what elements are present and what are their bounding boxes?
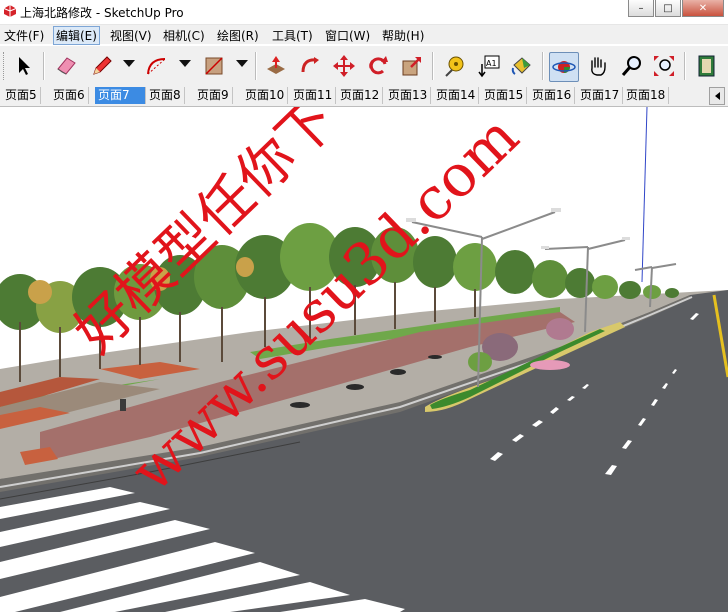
scene-tab[interactable]: 页面6 <box>50 87 89 104</box>
zoom-tool-button[interactable] <box>618 52 646 80</box>
scene-tab[interactable]: 页面11 <box>290 87 337 104</box>
paint-bucket-icon <box>511 57 531 75</box>
window-controls: – □ ✕ <box>627 0 724 17</box>
minimize-button[interactable]: – <box>628 0 654 17</box>
sketchup-app-icon[interactable] <box>3 4 17 18</box>
menu-file[interactable]: 文件(F) <box>4 27 44 44</box>
scene-tab[interactable]: 页面12 <box>337 87 384 104</box>
scene-tab-active[interactable]: 页面7 <box>95 87 146 104</box>
components-tool-button[interactable] <box>693 52 721 80</box>
zoom-magnifier-icon <box>621 56 641 76</box>
menu-edit[interactable]: 编辑(E) <box>53 26 100 45</box>
drawing-viewport[interactable]: 好模型任你下 www.susu3d.com <box>0 107 728 612</box>
menu-bar: 文件(F) 编辑(E) 视图(V) 相机(C) 绘图(R) 工具(T) 窗口(W… <box>0 25 728 45</box>
maximize-button[interactable]: □ <box>655 0 681 17</box>
arc-icon <box>147 58 166 75</box>
move-arrows-icon <box>333 55 355 77</box>
orbit-icon <box>552 61 576 73</box>
rectangle-icon <box>205 57 223 75</box>
menu-tools[interactable]: 工具(T) <box>272 27 313 44</box>
toolbar-grip[interactable] <box>3 52 7 80</box>
scene-tab[interactable]: 页面14 <box>433 87 480 104</box>
scene-tab-bar: 页面5 页面6 页面7 页面8 页面9 页面10 页面11 页面12 页面13 … <box>0 86 728 107</box>
zoom-extents-icon <box>654 56 674 76</box>
menu-camera[interactable]: 相机(C) <box>163 27 205 44</box>
scene-tab[interactable]: 页面15 <box>481 87 528 104</box>
paint-bucket-tool-button[interactable] <box>508 52 536 80</box>
tab-scroll-left-button[interactable] <box>709 87 725 105</box>
scene-tab[interactable]: 页面9 <box>194 87 233 104</box>
eraser-tool-button[interactable] <box>52 52 80 80</box>
menu-window[interactable]: 窗口(W) <box>325 27 370 44</box>
window-title: 上海北路修改 - SketchUp Pro <box>20 6 184 20</box>
follow-me-tool-button[interactable] <box>296 52 324 80</box>
pencil-icon <box>93 56 112 75</box>
arc-tool-button[interactable] <box>143 52 171 80</box>
eraser-icon <box>57 57 76 75</box>
tape-measure-tool-button[interactable] <box>440 52 468 80</box>
follow-me-icon <box>301 57 319 73</box>
tape-measure-icon <box>445 56 464 77</box>
toolbar-separator <box>255 52 257 80</box>
shapes-dropdown-arrow[interactable] <box>236 60 248 67</box>
toolbar-separator <box>432 52 434 80</box>
scale-tool-button[interactable] <box>398 52 426 80</box>
scene-tab[interactable]: 页面16 <box>529 87 576 104</box>
rotate-tool-button[interactable] <box>364 52 392 80</box>
arc-dropdown-arrow[interactable] <box>179 60 191 67</box>
component-book-icon <box>698 55 715 77</box>
text-tool-label: A1 <box>486 59 497 68</box>
pencil-tool-button[interactable] <box>88 52 116 80</box>
toolbar-separator <box>43 52 45 80</box>
pan-hand-icon <box>591 57 606 76</box>
text-label-icon: A1 <box>478 55 500 78</box>
title-bar: 上海北路修改 - SketchUp Pro – □ ✕ <box>0 0 728 25</box>
rectangle-tool-button[interactable] <box>200 52 228 80</box>
toolbar-separator <box>542 52 544 80</box>
menu-view[interactable]: 视图(V) <box>110 27 152 44</box>
scene-tab[interactable]: 页面10 <box>242 87 289 104</box>
scene-tab[interactable]: 页面13 <box>385 87 432 104</box>
scale-icon <box>402 57 421 76</box>
toolbar-separator <box>684 52 686 80</box>
scene-tab[interactable]: 页面8 <box>146 87 185 104</box>
main-toolbar: A1 <box>0 45 728 88</box>
orbit-tool-button[interactable] <box>549 52 579 82</box>
select-arrow-icon <box>19 57 30 75</box>
push-pull-tool-button[interactable] <box>262 52 290 80</box>
push-pull-icon <box>267 56 285 74</box>
text-tool-button[interactable]: A1 <box>474 52 502 80</box>
close-button[interactable]: ✕ <box>682 0 724 17</box>
scene-tab[interactable]: 页面17 <box>577 87 624 104</box>
scene-tab[interactable]: 页面18 <box>623 87 670 104</box>
menu-help[interactable]: 帮助(H) <box>382 27 424 44</box>
select-tool-button[interactable] <box>10 52 38 80</box>
rotate-icon <box>369 56 388 75</box>
pencil-dropdown-arrow[interactable] <box>123 60 135 67</box>
arrow-left-icon <box>714 92 720 100</box>
menu-draw[interactable]: 绘图(R) <box>217 27 259 44</box>
move-tool-button[interactable] <box>330 52 358 80</box>
zoom-extents-tool-button[interactable] <box>650 52 678 80</box>
scene-tab[interactable]: 页面5 <box>2 87 41 104</box>
pan-tool-button[interactable] <box>584 52 612 80</box>
